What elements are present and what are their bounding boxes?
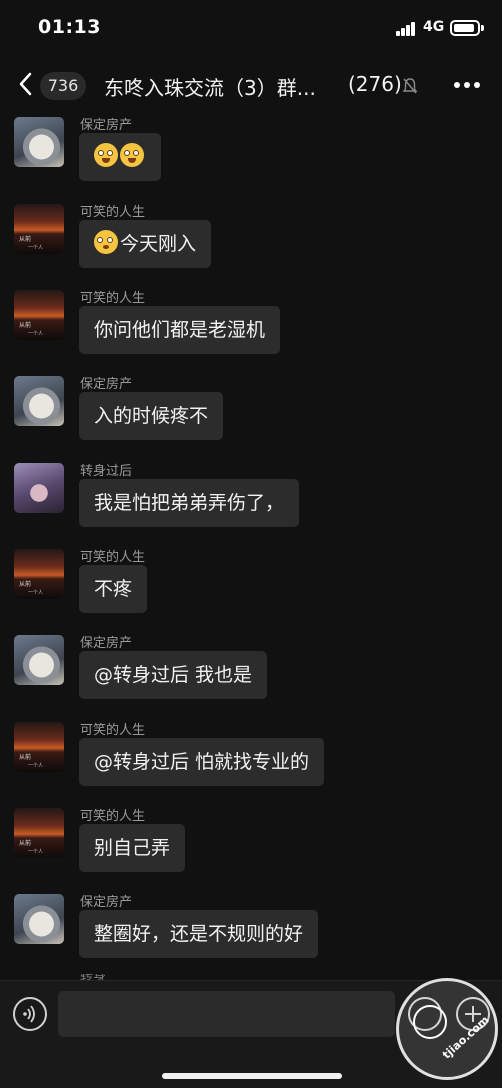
dog-avatar[interactable] bbox=[14, 635, 64, 685]
laughing-tears-emoji-icon bbox=[120, 143, 144, 167]
message-row: 从前 一个人 可笑的人生 今天刚入 bbox=[0, 201, 502, 287]
sunset-avatar[interactable]: 从前 一个人 bbox=[14, 808, 64, 858]
message-bubble[interactable]: 你问他们都是老湿机 bbox=[79, 306, 281, 354]
sender-name: 保定房产 bbox=[80, 895, 133, 910]
message-text: @转身过后 我也是 bbox=[94, 664, 253, 686]
more-options-icon[interactable] bbox=[454, 82, 482, 90]
flushed-emoji-icon bbox=[94, 230, 118, 254]
back-icon[interactable] bbox=[16, 71, 38, 97]
watermark-face-icon bbox=[413, 1005, 447, 1039]
message-bubble[interactable]: @转身过后 我也是 bbox=[79, 651, 268, 699]
message-bubble[interactable]: 整圈好，还是不规则的好 bbox=[79, 910, 319, 958]
unread-count-badge[interactable]: 736 bbox=[40, 72, 86, 100]
sunset-avatar[interactable]: 从前 一个人 bbox=[14, 722, 64, 772]
battery-tip bbox=[481, 25, 484, 31]
sender-name: 保定房产 bbox=[80, 118, 133, 133]
battery-icon bbox=[450, 20, 480, 36]
message-bubble[interactable]: @转身过后 怕就找专业的 bbox=[79, 738, 325, 786]
chat-header: 736 东咚入珠交流（3）群... (276) bbox=[0, 58, 502, 114]
message-text: 别自己弄 bbox=[94, 837, 171, 859]
network-type: 4G bbox=[423, 19, 445, 35]
sender-name: 可笑的人生 bbox=[80, 723, 146, 738]
message-bubble[interactable]: 不疼 bbox=[79, 565, 148, 613]
message-bubble[interactable]: 今天刚入 bbox=[79, 220, 212, 268]
mute-bell-icon bbox=[402, 78, 418, 94]
message-text: @转身过后 怕就找专业的 bbox=[94, 751, 310, 773]
message-text: 不疼 bbox=[94, 578, 133, 600]
message-bubble[interactable]: 我是怕把弟弟弄伤了， bbox=[79, 479, 300, 527]
sunset-avatar[interactable]: 从前 一个人 bbox=[14, 290, 64, 340]
message-text: 我是怕把弟弟弄伤了， bbox=[94, 492, 285, 514]
sender-name: 可笑的人生 bbox=[80, 291, 146, 306]
signal-icon bbox=[396, 22, 416, 36]
voice-input-icon[interactable] bbox=[13, 997, 47, 1031]
chat-title: 东咚入珠交流（3）群... bbox=[104, 76, 316, 100]
dog-avatar[interactable] bbox=[14, 894, 64, 944]
message-bubble[interactable]: 入的时候疼不 bbox=[79, 392, 224, 440]
message-row: 保定房产 bbox=[0, 114, 502, 200]
sunset-avatar[interactable]: 从前 一个人 bbox=[14, 204, 64, 254]
message-text: 你问他们都是老湿机 bbox=[94, 319, 266, 341]
message-row: 从前 一个人 可笑的人生 @转身过后 怕就找专业的 bbox=[0, 719, 502, 805]
sunset-avatar[interactable]: 从前 一个人 bbox=[14, 549, 64, 599]
sender-name: 转身过后 bbox=[80, 464, 133, 479]
person-avatar[interactable] bbox=[14, 463, 64, 513]
message-row: 保定房产 整圈好，还是不规则的好 bbox=[0, 891, 502, 977]
message-text: 今天刚入 bbox=[120, 233, 197, 255]
home-indicator bbox=[162, 1073, 342, 1079]
member-count: (276) bbox=[348, 72, 402, 96]
sender-name: 保定房产 bbox=[80, 636, 133, 651]
message-text: 入的时候疼不 bbox=[94, 405, 209, 427]
message-row: 从前 一个人 可笑的人生 你问他们都是老湿机 bbox=[0, 287, 502, 373]
message-row: 保定房产 入的时候疼不 bbox=[0, 373, 502, 459]
laughing-tears-emoji-icon bbox=[94, 143, 118, 167]
message-row: 从前 一个人 可笑的人生 别自己弄 bbox=[0, 805, 502, 891]
message-input[interactable] bbox=[58, 991, 395, 1037]
sender-name: 可笑的人生 bbox=[80, 205, 146, 220]
message-row: 保定房产 @转身过后 我也是 bbox=[0, 632, 502, 718]
sender-name: 保定房产 bbox=[80, 377, 133, 392]
watermark-logo: tjiao.com bbox=[396, 978, 498, 1080]
message-text: 整圈好，还是不规则的好 bbox=[94, 923, 304, 945]
sender-name: 可笑的人生 bbox=[80, 550, 146, 565]
status-bar: 01:13 4G bbox=[0, 0, 502, 58]
message-row: 转身过后 我是怕把弟弟弄伤了， bbox=[0, 460, 502, 546]
message-row: 从前 一个人 可笑的人生 不疼 bbox=[0, 546, 502, 632]
message-bubble[interactable] bbox=[79, 133, 161, 181]
dog-avatar[interactable] bbox=[14, 376, 64, 426]
dog-avatar[interactable] bbox=[14, 117, 64, 167]
message-bubble[interactable]: 别自己弄 bbox=[79, 824, 186, 872]
status-time: 01:13 bbox=[38, 16, 101, 38]
sender-name: 可笑的人生 bbox=[80, 809, 146, 824]
watermark-text: tjiao.com bbox=[440, 1013, 492, 1062]
